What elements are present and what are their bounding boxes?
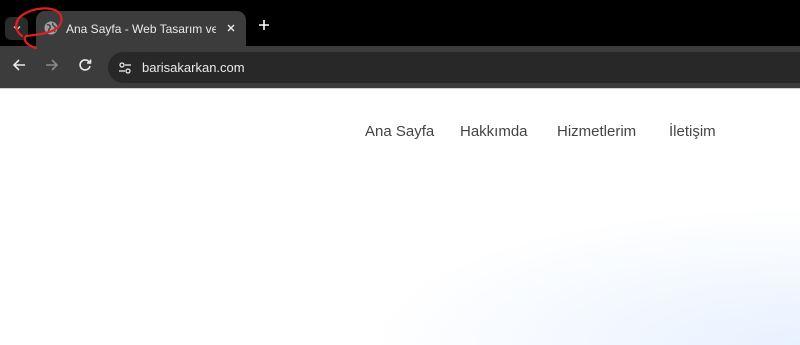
new-tab-button[interactable] bbox=[254, 17, 274, 37]
plus-icon bbox=[258, 18, 270, 36]
tune-icon[interactable] bbox=[114, 57, 136, 79]
web-page: Ana Sayfa Hakkımda Hizmetlerim İletişim bbox=[0, 89, 800, 345]
forward-button[interactable] bbox=[42, 57, 62, 77]
tab-search-button[interactable] bbox=[5, 17, 28, 40]
active-tab[interactable]: Ana Sayfa - Web Tasarım ve SEO bbox=[36, 11, 246, 46]
tab-title: Ana Sayfa - Web Tasarım ve SEO bbox=[66, 22, 216, 36]
tab-strip: Ana Sayfa - Web Tasarım ve SEO bbox=[0, 0, 800, 46]
url-text[interactable]: barisakarkan.com bbox=[142, 59, 245, 77]
reload-icon bbox=[78, 58, 92, 77]
back-arrow-icon bbox=[12, 58, 26, 77]
nav-item-hakkimda[interactable]: Hakkımda bbox=[460, 122, 528, 142]
back-button[interactable] bbox=[9, 57, 29, 77]
forward-arrow-icon bbox=[45, 58, 59, 77]
address-bar[interactable]: barisakarkan.com bbox=[108, 52, 800, 83]
nav-item-iletisim[interactable]: İletişim bbox=[669, 122, 716, 142]
nav-item-ana-sayfa[interactable]: Ana Sayfa bbox=[365, 122, 434, 142]
reload-button[interactable] bbox=[75, 57, 95, 77]
nav-item-hizmetlerim[interactable]: Hizmetlerim bbox=[557, 122, 636, 142]
browser-toolbar: barisakarkan.com bbox=[0, 46, 800, 88]
close-icon[interactable] bbox=[222, 19, 240, 37]
chevron-down-icon bbox=[12, 20, 22, 38]
globe-icon bbox=[44, 21, 58, 35]
